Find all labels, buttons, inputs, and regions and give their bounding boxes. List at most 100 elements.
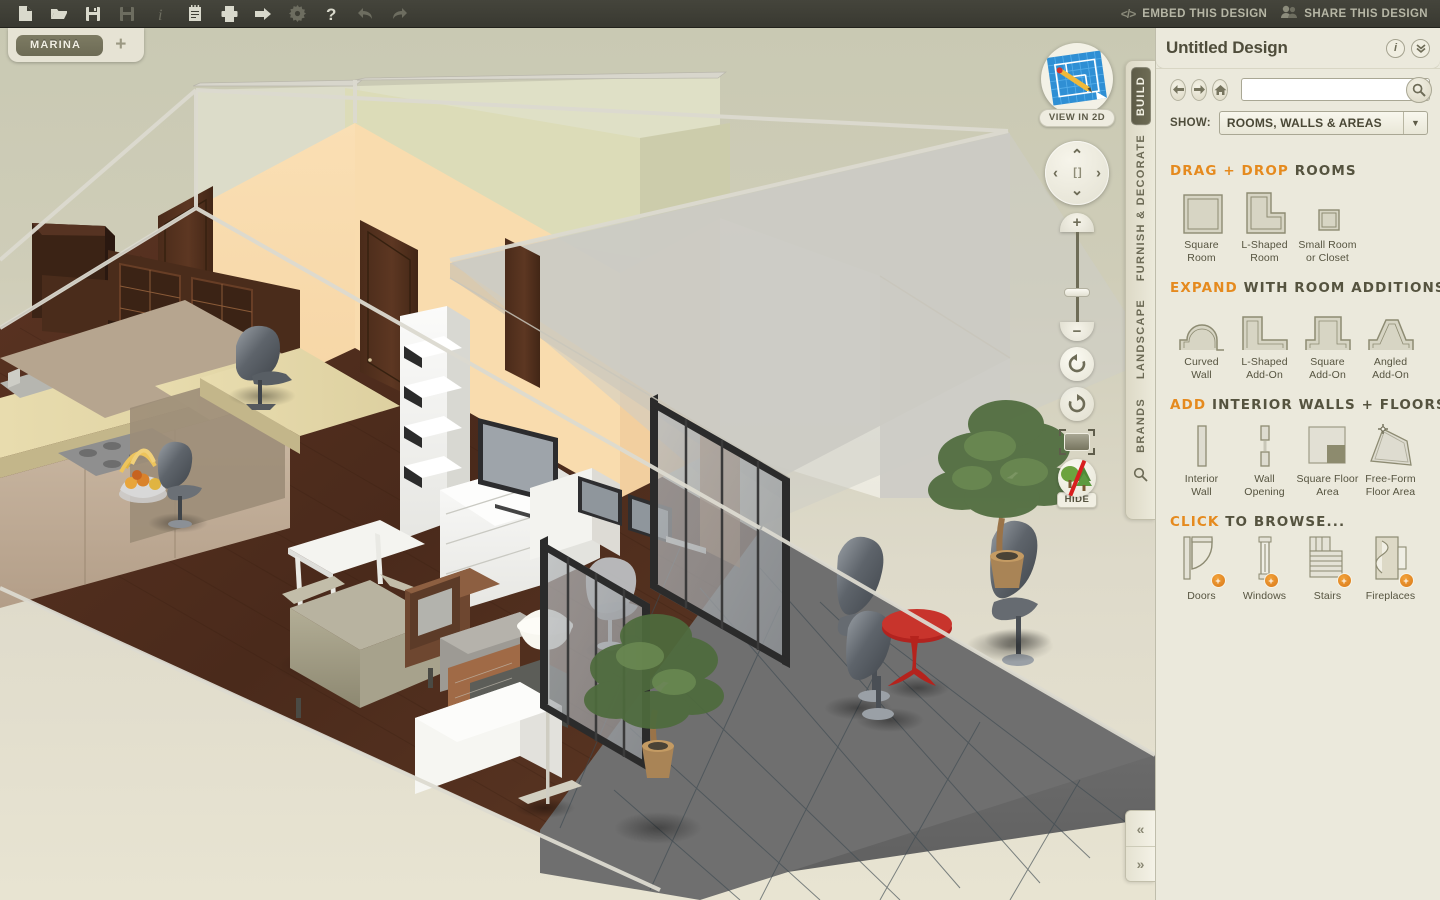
search-input[interactable] <box>1242 82 1429 97</box>
angled-addon-icon <box>1366 304 1416 352</box>
share-design-button[interactable]: SHARE THIS DESIGN <box>1281 5 1428 22</box>
pan-dpad[interactable]: ⌃ ⌄ ‹ › [ ] <box>1045 141 1109 205</box>
notes-icon[interactable] <box>178 1 212 27</box>
small-room-icon <box>1304 187 1352 235</box>
rotate-left-icon[interactable] <box>1060 347 1094 381</box>
design-canvas-3d[interactable]: MARINA + VIEW IN 2D ⌃ ⌄ ‹ › [] + − HIDE… <box>0 28 1155 900</box>
view-in-2d-label[interactable]: VIEW IN 2D <box>1038 109 1116 127</box>
tool-square-room[interactable]: Square Room <box>1170 187 1233 264</box>
section-search-icon[interactable] <box>1133 467 1148 487</box>
new-document-icon[interactable] <box>8 1 42 27</box>
tool-wall-opening[interactable]: Wall Opening <box>1233 421 1296 498</box>
print-icon[interactable] <box>212 1 246 27</box>
section-tab-brands[interactable]: BRANDS <box>1133 389 1149 462</box>
floorplan-3d-render[interactable] <box>0 28 1155 900</box>
design-title[interactable]: Untitled Design <box>1162 38 1380 58</box>
tool-interior-wall[interactable]: Interior Wall <box>1170 421 1233 498</box>
tool-label: Stairs <box>1313 590 1342 602</box>
show-select[interactable]: ROOMS, WALLS & AREAS ▼ <box>1218 111 1428 135</box>
tool-label: L-Shaped Room <box>1241 239 1288 264</box>
add-badge-icon[interactable]: + <box>1398 573 1414 588</box>
chevron-down-icon[interactable] <box>1411 38 1430 58</box>
l-shaped-addon-icon <box>1240 304 1290 352</box>
curved-wall-icon <box>1177 304 1227 352</box>
info-icon[interactable]: i <box>144 1 178 27</box>
embed-design-button[interactable]: </> EMBED THIS DESIGN <box>1121 7 1267 21</box>
walls-floors-item-grid: Interior Wall Wall Opening Square Floor … <box>1170 421 1426 498</box>
settings-gear-icon[interactable] <box>280 1 314 27</box>
toolbar-icon-group: i ? <box>0 1 416 27</box>
people-icon <box>1281 5 1298 22</box>
fullscreen-icon[interactable] <box>1059 429 1095 455</box>
fireplace-icon: + <box>1370 536 1414 588</box>
nav-forward-button[interactable] <box>1191 78 1207 101</box>
pan-right-arrow[interactable]: › <box>1096 166 1101 181</box>
rotate-right-icon[interactable] <box>1060 387 1094 421</box>
collapse-next-button[interactable]: » <box>1126 846 1155 881</box>
tool-free-form-floor-area[interactable]: Free-Form Floor Area <box>1359 421 1422 498</box>
nav-back-button[interactable] <box>1170 78 1186 101</box>
pan-down-arrow[interactable]: ⌄ <box>1071 183 1084 198</box>
save-as-icon[interactable] <box>110 1 144 27</box>
search-icon[interactable] <box>1406 77 1432 103</box>
recenter-button[interactable]: [ ] <box>1073 167 1081 179</box>
tool-l-shaped-addon[interactable]: L-Shaped Add-On <box>1233 304 1296 381</box>
zoom-slider[interactable]: + − <box>1060 213 1094 341</box>
home-icon[interactable] <box>1212 78 1228 101</box>
view-2d-thumbnail[interactable] <box>1041 43 1113 115</box>
redo-icon[interactable] <box>382 1 416 27</box>
section-heading-rest: TO BROWSE... <box>1219 514 1346 530</box>
panel-search-box[interactable] <box>1241 77 1432 103</box>
tool-angled-addon[interactable]: Angled Add-On <box>1359 304 1422 381</box>
square-room-icon <box>1178 187 1226 235</box>
section-interior-walls-floors: ADD INTERIOR WALLS + FLOORS Interior Wal… <box>1156 397 1440 498</box>
add-badge-icon[interactable]: + <box>1263 573 1279 588</box>
zoom-slider-thumb[interactable] <box>1064 288 1090 297</box>
tool-label: Angled Add-On <box>1372 356 1409 381</box>
tool-windows[interactable]: + Windows <box>1233 536 1296 603</box>
chevron-down-icon[interactable]: ▼ <box>1403 112 1427 134</box>
add-badge-icon[interactable]: + <box>1210 573 1226 588</box>
section-heading-highlight: DRAG + DROP <box>1170 163 1289 179</box>
tool-doors[interactable]: + Doors <box>1170 536 1233 603</box>
code-brackets-icon: </> <box>1120 6 1136 21</box>
hide-trees-icon[interactable] <box>1058 459 1096 497</box>
section-tab-build[interactable]: BUILD <box>1130 67 1151 126</box>
tool-label: Wall Opening <box>1244 473 1285 498</box>
save-icon[interactable] <box>76 1 110 27</box>
tool-label: Interior Wall <box>1184 473 1219 498</box>
tool-small-room-or-closet[interactable]: Small Room or Closet <box>1296 187 1359 264</box>
tool-label: Fireplaces <box>1365 590 1416 602</box>
zoom-in-button[interactable]: + <box>1060 213 1094 232</box>
tool-stairs[interactable]: + Stairs <box>1296 536 1359 603</box>
zoom-out-button[interactable]: − <box>1060 322 1094 341</box>
zoom-slider-track[interactable] <box>1064 232 1090 322</box>
pan-left-arrow[interactable]: ‹ <box>1053 166 1058 181</box>
tool-label: Curved Wall <box>1184 356 1219 381</box>
add-tab-button[interactable]: + <box>111 35 130 54</box>
add-badge-icon[interactable]: + <box>1336 573 1352 588</box>
tool-square-floor-area[interactable]: Square Floor Area <box>1296 421 1359 498</box>
stairs-icon: + <box>1306 536 1352 588</box>
pan-up-arrow[interactable]: ⌃ <box>1071 148 1084 163</box>
info-icon[interactable]: i <box>1386 38 1405 58</box>
svg-text:?: ? <box>326 5 336 22</box>
tool-square-addon[interactable]: Square Add-On <box>1296 304 1359 381</box>
document-tab-marina[interactable]: MARINA <box>16 34 104 56</box>
svg-text:i: i <box>158 7 162 22</box>
tool-label: Free-Form Floor Area <box>1365 473 1416 498</box>
export-icon[interactable] <box>246 1 280 27</box>
section-heading-highlight: ADD <box>1170 397 1207 413</box>
help-icon[interactable]: ? <box>314 1 348 27</box>
tool-l-shaped-room[interactable]: L-Shaped Room <box>1233 187 1296 264</box>
tool-curved-wall[interactable]: Curved Wall <box>1170 304 1233 381</box>
section-heading: EXPAND WITH ROOM ADDITIONS <box>1170 280 1440 296</box>
show-label: SHOW: <box>1170 117 1211 129</box>
collapse-prev-button[interactable]: « <box>1126 811 1155 846</box>
section-tab-landscape[interactable]: LANDSCAPE <box>1133 290 1149 388</box>
tool-fireplaces[interactable]: + Fireplaces <box>1359 536 1422 603</box>
undo-icon[interactable] <box>348 1 382 27</box>
open-folder-icon[interactable] <box>42 1 76 27</box>
section-tab-furnish-decorate[interactable]: FURNISH & DECORATE <box>1133 125 1149 290</box>
section-room-additions: EXPAND WITH ROOM ADDITIONS Curved Wall L… <box>1156 280 1440 381</box>
